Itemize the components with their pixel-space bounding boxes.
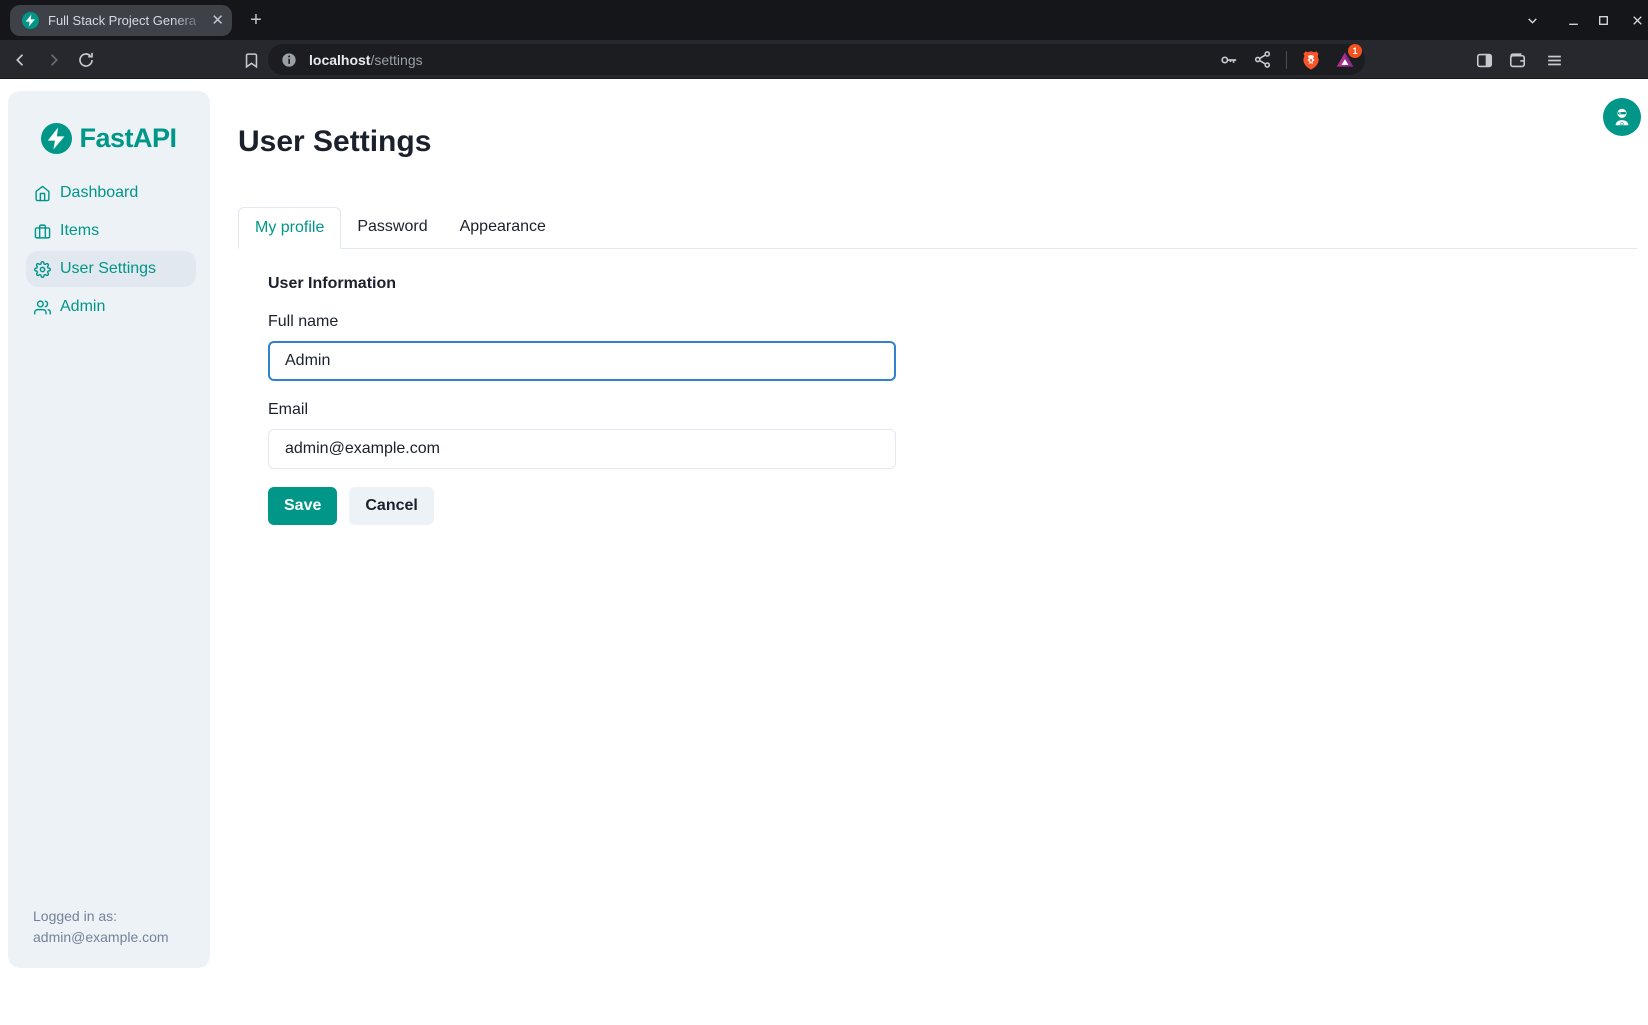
fastapi-bolt-icon bbox=[22, 12, 39, 29]
brave-shield-icon[interactable] bbox=[1301, 50, 1321, 70]
briefcase-icon bbox=[34, 223, 51, 240]
page-title: User Settings bbox=[238, 124, 1637, 160]
browser-toolbar: localhost/settings 1 bbox=[0, 40, 1648, 79]
reload-icon[interactable] bbox=[75, 49, 97, 71]
menu-icon[interactable] bbox=[1543, 49, 1565, 71]
sidebar-nav: Dashboard Items User Settings Admin bbox=[8, 175, 210, 325]
sidebar: FastAPI Dashboard Items User Settings Ad… bbox=[8, 91, 210, 968]
brave-rewards-icon[interactable]: 1 bbox=[1335, 50, 1355, 70]
key-icon[interactable] bbox=[1219, 50, 1239, 70]
logged-in-email: admin@example.com bbox=[33, 927, 169, 948]
user-menu-button[interactable] bbox=[1603, 98, 1641, 136]
save-button[interactable]: Save bbox=[268, 487, 337, 525]
tab-appearance[interactable]: Appearance bbox=[444, 207, 562, 249]
fastapi-logo: FastAPI bbox=[8, 123, 210, 154]
user-astronaut-icon bbox=[1611, 106, 1633, 128]
main-content: User Settings My profile Password Appear… bbox=[238, 80, 1637, 1025]
full-name-label: Full name bbox=[268, 313, 896, 331]
sidebar-item-label: Admin bbox=[60, 298, 105, 316]
back-icon[interactable] bbox=[10, 49, 32, 71]
full-name-field[interactable] bbox=[268, 341, 896, 381]
home-icon bbox=[34, 185, 51, 202]
section-title: User Information bbox=[268, 275, 896, 293]
url-text: localhost/settings bbox=[309, 52, 423, 68]
window-close-button[interactable] bbox=[1623, 6, 1648, 34]
sidebar-item-label: Dashboard bbox=[60, 184, 138, 202]
forward-icon[interactable] bbox=[42, 49, 64, 71]
tab-title: Full Stack Project Genera bbox=[48, 13, 207, 28]
tab-search-chevron-icon[interactable] bbox=[1518, 6, 1546, 34]
logged-in-label: Logged in as: bbox=[33, 906, 169, 927]
wallet-icon[interactable] bbox=[1506, 49, 1528, 71]
divider bbox=[1286, 51, 1287, 69]
cancel-button[interactable]: Cancel bbox=[349, 487, 433, 525]
users-icon bbox=[34, 299, 51, 316]
sidebar-toggle-icon[interactable] bbox=[1473, 49, 1495, 71]
sidebar-item-items[interactable]: Items bbox=[26, 213, 196, 249]
window-maximize-button[interactable] bbox=[1589, 6, 1617, 34]
gear-icon bbox=[34, 261, 51, 278]
sidebar-item-dashboard[interactable]: Dashboard bbox=[26, 175, 196, 211]
site-info-icon[interactable] bbox=[281, 52, 297, 68]
share-icon[interactable] bbox=[1253, 50, 1272, 69]
page-content: FastAPI Dashboard Items User Settings Ad… bbox=[0, 80, 1648, 1025]
window-minimize-button[interactable] bbox=[1559, 6, 1587, 34]
bookmark-icon[interactable] bbox=[240, 49, 262, 71]
browser-tab[interactable]: Full Stack Project Genera ✕ bbox=[10, 5, 232, 36]
url-path: /settings bbox=[370, 52, 422, 68]
user-information-form: User Information Full name Email Save Ca… bbox=[268, 275, 896, 525]
email-label: Email bbox=[268, 401, 896, 419]
tab-my-profile[interactable]: My profile bbox=[238, 207, 341, 249]
sidebar-item-admin[interactable]: Admin bbox=[26, 289, 196, 325]
tab-password[interactable]: Password bbox=[341, 207, 443, 249]
tab-close-icon[interactable]: ✕ bbox=[211, 13, 224, 28]
sidebar-item-user-settings[interactable]: User Settings bbox=[26, 251, 196, 287]
url-host: localhost bbox=[309, 52, 370, 68]
url-bar[interactable]: localhost/settings 1 bbox=[268, 44, 1365, 75]
new-tab-button[interactable]: + bbox=[243, 8, 269, 34]
logged-in-note: Logged in as: admin@example.com bbox=[33, 906, 169, 948]
sidebar-item-label: Items bbox=[60, 222, 99, 240]
sidebar-item-label: User Settings bbox=[60, 260, 156, 278]
email-field[interactable] bbox=[268, 429, 896, 469]
rewards-badge: 1 bbox=[1348, 44, 1362, 58]
form-actions: Save Cancel bbox=[268, 487, 896, 525]
browser-tab-strip: Full Stack Project Genera ✕ + bbox=[0, 0, 1648, 40]
fastapi-bolt-icon bbox=[41, 123, 72, 154]
logo-text: FastAPI bbox=[79, 123, 176, 154]
settings-tabs: My profile Password Appearance bbox=[238, 207, 1637, 249]
